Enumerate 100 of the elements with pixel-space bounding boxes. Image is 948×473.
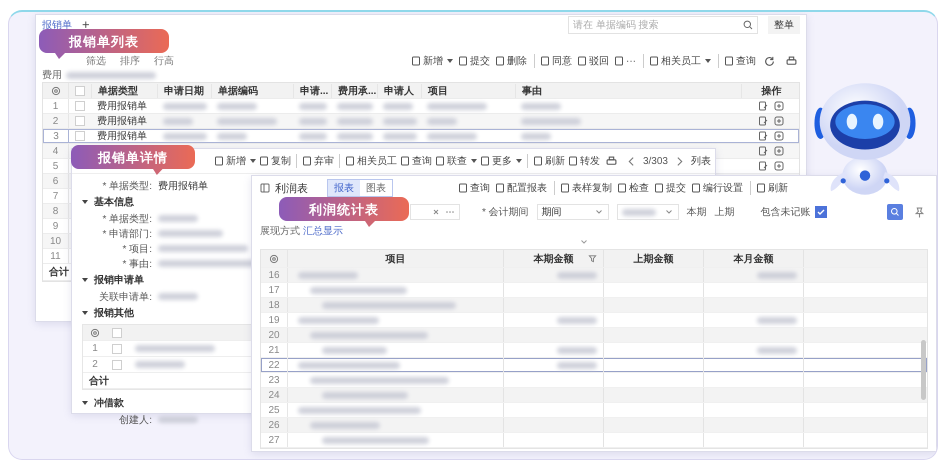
blurred-text bbox=[383, 132, 417, 140]
toolbar-button[interactable]: 提交 bbox=[458, 54, 490, 68]
scrollbar[interactable] bbox=[921, 340, 926, 400]
search-icon[interactable] bbox=[743, 20, 753, 30]
search-field[interactable]: 请在 单据编码 搜索 bbox=[568, 16, 758, 34]
toolbar-button[interactable]: 驳回 bbox=[577, 54, 609, 68]
section-header[interactable]: 报销其他 bbox=[82, 304, 134, 322]
total-label: 合计 bbox=[48, 266, 69, 279]
toolbar-button[interactable]: 刷新 bbox=[526, 154, 565, 168]
column-header[interactable]: 本月金额 bbox=[704, 250, 804, 267]
column-header[interactable]: 项目 bbox=[421, 84, 515, 98]
field-label: 创建人: bbox=[118, 414, 152, 426]
edit-icon[interactable] bbox=[758, 101, 768, 111]
toolbar-button[interactable]: 删除 bbox=[495, 54, 527, 68]
previous-period-link[interactable]: 上期 bbox=[714, 205, 735, 219]
toolbar-button[interactable]: 提交 bbox=[654, 181, 686, 195]
row-number[interactable]: 5 bbox=[43, 159, 69, 173]
row-number[interactable]: 11 bbox=[43, 249, 69, 263]
column-header[interactable]: 本期金额 bbox=[504, 250, 604, 267]
print-icon[interactable] bbox=[786, 56, 797, 66]
blurred-text bbox=[427, 118, 457, 124]
blurred-text bbox=[757, 272, 797, 278]
document-icon bbox=[434, 156, 445, 166]
search-button[interactable] bbox=[887, 204, 903, 220]
column-header[interactable]: 项目 bbox=[288, 250, 504, 267]
blurred-text bbox=[337, 118, 373, 124]
blurred-text bbox=[158, 215, 198, 222]
toolbar-button[interactable]: 转发 bbox=[568, 154, 600, 168]
add-icon[interactable] bbox=[774, 146, 784, 156]
toolbar-button[interactable]: 弃审 bbox=[296, 154, 334, 168]
section-header[interactable]: 基本信息 bbox=[82, 193, 134, 211]
column-header[interactable]: 单据编码 bbox=[211, 84, 293, 98]
edit-icon[interactable] bbox=[758, 131, 768, 141]
toolbar-button[interactable]: 配置报表 bbox=[495, 181, 547, 195]
view-tab[interactable]: 报表 bbox=[328, 180, 360, 196]
row-number[interactable]: 9 bbox=[43, 219, 69, 233]
blurred-text bbox=[757, 346, 797, 354]
toolbar-button[interactable]: ··· bbox=[614, 56, 636, 66]
section-header[interactable]: 报销申请单 bbox=[82, 271, 144, 289]
section-header[interactable]: 冲借款 bbox=[82, 394, 124, 412]
row-number[interactable]: 1 bbox=[43, 99, 69, 113]
settings-icon[interactable] bbox=[269, 254, 279, 264]
add-icon[interactable] bbox=[774, 116, 784, 126]
blurred-text bbox=[163, 118, 193, 124]
column-header[interactable]: 上期金额 bbox=[604, 250, 704, 267]
table-row[interactable]: 27 bbox=[261, 433, 927, 448]
toolbar-button[interactable]: 新增 bbox=[411, 54, 453, 68]
view-tab[interactable]: 图表 bbox=[360, 180, 392, 196]
row-number[interactable]: 7 bbox=[43, 189, 69, 203]
blurred-text bbox=[557, 346, 597, 354]
filter-field[interactable] bbox=[410, 204, 460, 220]
period-select[interactable]: 期间 bbox=[536, 204, 609, 220]
toolbar-button[interactable]: 编行设置 bbox=[691, 181, 743, 195]
add-icon[interactable] bbox=[774, 101, 784, 111]
clear-icon[interactable] bbox=[431, 207, 441, 217]
toolbar-button[interactable]: 新增 bbox=[214, 154, 256, 168]
settings-icon[interactable] bbox=[50, 86, 60, 96]
toolbar-button[interactable]: 相关员工 bbox=[338, 154, 397, 168]
column-header[interactable]: 事由 bbox=[515, 84, 741, 98]
column-header[interactable]: 费用承... bbox=[331, 84, 377, 98]
column-header[interactable]: 申请日期 bbox=[157, 84, 211, 98]
column-header[interactable]: 操作 bbox=[741, 84, 795, 98]
toolbar-button[interactable]: 查询 bbox=[458, 181, 490, 195]
toolbar-button[interactable]: 相关员工 bbox=[643, 54, 711, 68]
field-label: * 单据类型: bbox=[102, 180, 152, 192]
column-header[interactable]: 单据类型 bbox=[91, 84, 157, 98]
edit-icon[interactable] bbox=[758, 161, 768, 171]
toolbar-button[interactable]: 同意 bbox=[534, 54, 572, 68]
row-number: 20 bbox=[261, 328, 288, 342]
column-header[interactable]: 申请... bbox=[293, 84, 331, 98]
current-period-link[interactable]: 本期 bbox=[686, 205, 707, 219]
toolbar-button[interactable]: 检查 bbox=[617, 181, 649, 195]
edit-icon[interactable] bbox=[758, 146, 768, 156]
toolbar-button[interactable]: 更多 bbox=[480, 154, 522, 168]
blurred-text bbox=[298, 272, 358, 278]
blurred-text bbox=[299, 132, 327, 140]
view-dropdown[interactable]: 整单 bbox=[768, 16, 800, 34]
toolbar-button[interactable]: 联查 bbox=[434, 154, 477, 168]
toolbar-button[interactable]: 表样复制 bbox=[554, 181, 612, 195]
toolbar-button[interactable]: 查询 bbox=[718, 54, 756, 68]
toolbar-button[interactable]: 复制 bbox=[258, 154, 291, 168]
breadcrumb[interactable]: 费用 bbox=[42, 68, 62, 82]
blurred-text bbox=[521, 118, 581, 124]
pin-icon[interactable] bbox=[914, 206, 925, 218]
table-row[interactable]: 22 bbox=[261, 358, 927, 373]
settings-icon[interactable] bbox=[90, 328, 100, 338]
document-icon bbox=[480, 156, 490, 166]
filter-icon[interactable] bbox=[588, 254, 597, 263]
toolbar-button[interactable]: 查询 bbox=[400, 154, 432, 168]
edit-icon[interactable] bbox=[758, 116, 768, 126]
add-icon[interactable] bbox=[774, 161, 784, 171]
list-view-button[interactable]: 列表 bbox=[691, 154, 711, 168]
column-header[interactable]: 申请人 bbox=[377, 84, 421, 98]
refresh-icon[interactable] bbox=[764, 56, 775, 66]
blurred-text bbox=[163, 102, 207, 110]
print-icon[interactable] bbox=[606, 156, 617, 166]
add-tab-button[interactable]: + bbox=[82, 19, 90, 31]
checkbox[interactable] bbox=[814, 206, 827, 218]
add-icon[interactable] bbox=[774, 131, 784, 141]
toolbar-button[interactable]: 刷新 bbox=[750, 181, 788, 195]
